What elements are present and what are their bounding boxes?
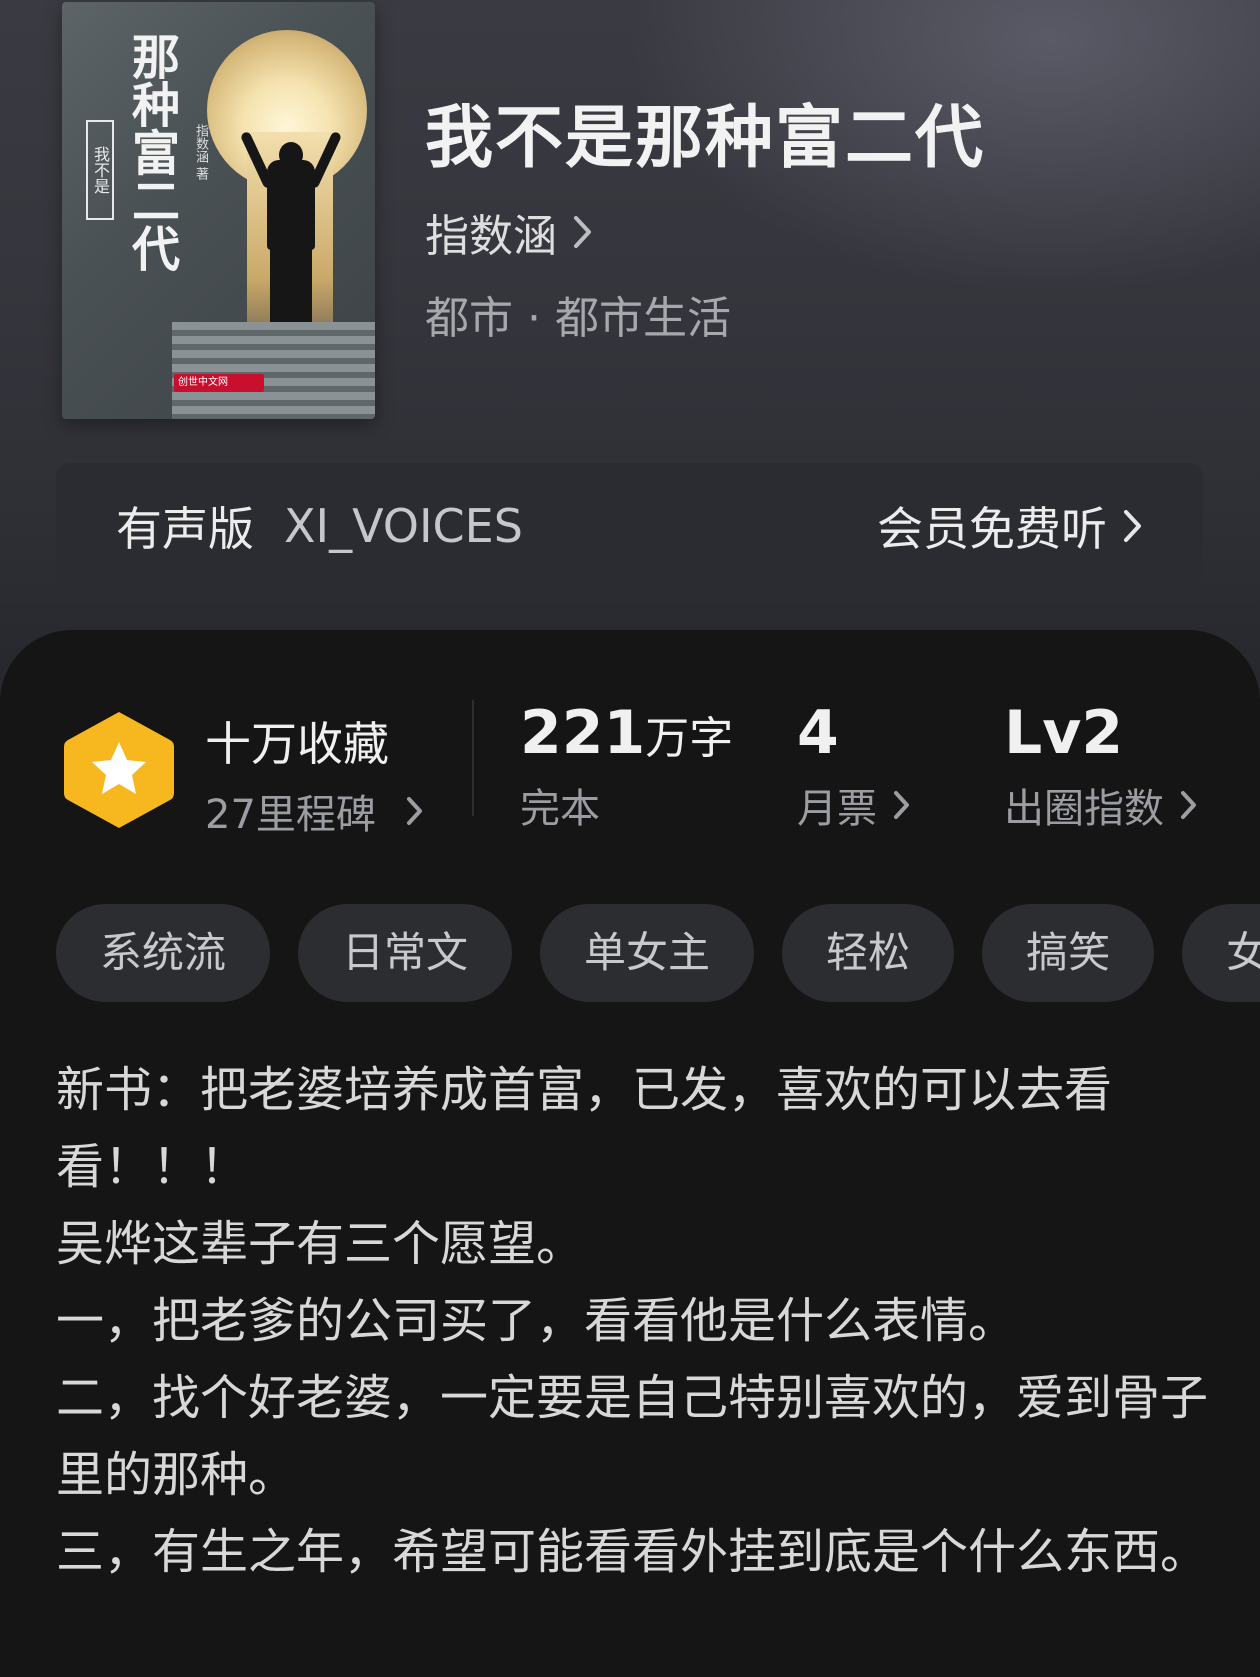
audio-label: 有声版 xyxy=(116,501,254,556)
stat-divider xyxy=(472,700,474,816)
cover-author: 指数涵 著 xyxy=(193,124,208,181)
milestone-label: 27里程碑 xyxy=(205,792,376,838)
chevron-right-icon xyxy=(406,796,424,826)
audio-narrator: XI_VOICES xyxy=(284,498,523,553)
member-free-listen-label: 会员免费听 xyxy=(877,501,1107,556)
description-line: 二，找个好老婆，一定要是自己特别喜欢的，爱到骨子里的那种。 xyxy=(56,1370,1209,1503)
milestone-link[interactable]: 27里程碑 xyxy=(205,782,424,840)
tag-chip[interactable]: 轻松 xyxy=(782,904,955,1002)
chevron-right-icon xyxy=(893,790,911,820)
tag-list: 系统流日常文单女主轻松搞笑女神 xyxy=(56,904,1260,1004)
tag-chip[interactable]: 女神 xyxy=(1182,904,1260,1002)
completion-status: 完本 xyxy=(520,786,600,832)
monthly-ticket-stat[interactable]: 4 月票 xyxy=(797,698,911,834)
tag-chip[interactable]: 搞笑 xyxy=(982,904,1155,1002)
tag-chip[interactable]: 日常文 xyxy=(298,904,513,1002)
chevron-right-icon xyxy=(1123,509,1143,543)
chevron-right-icon xyxy=(573,215,593,249)
cover-figure-body xyxy=(267,160,315,250)
cover-stairs xyxy=(172,322,375,419)
collection-title: 十万收藏 xyxy=(205,717,389,771)
popularity-level: Lv2 xyxy=(1004,698,1124,768)
publisher-logo: 创世中文网 xyxy=(174,374,264,392)
audio-version-bar[interactable]: 有声版 XI_VOICES 会员免费听 xyxy=(56,463,1203,588)
cover-figure-legs xyxy=(270,247,312,322)
monthly-ticket-value: 4 xyxy=(797,698,839,768)
book-cover[interactable]: 那种富二代 我不是 指数涵 著 创世中文网 xyxy=(62,2,375,419)
popularity-index-label: 出圈指数 xyxy=(1004,786,1164,832)
collection-stat[interactable]: 十万收藏 27里程碑 xyxy=(205,708,424,840)
book-category: 都市 · 都市生活 xyxy=(425,293,731,344)
word-count-stat: 221万字 完本 xyxy=(520,698,733,834)
description-line: 新书：把老婆培养成首富，已发，喜欢的可以去看看！！！ xyxy=(56,1062,1113,1195)
book-description[interactable]: 新书：把老婆培养成首富，已发，喜欢的可以去看看！！！ 吴烨这辈子有三个愿望。 一… xyxy=(56,1052,1216,1591)
tag-chip[interactable]: 单女主 xyxy=(540,904,755,1002)
member-free-listen-button[interactable]: 会员免费听 xyxy=(877,493,1143,559)
popularity-index-stat[interactable]: Lv2 出圈指数 xyxy=(1004,698,1198,834)
description-line: 三，有生之年，希望可能看看外挂到底是个什么东西。 xyxy=(56,1524,1209,1580)
cover-title: 那种富二代 xyxy=(123,32,179,272)
description-line: 一，把老爹的公司买了，看看他是什么表情。 xyxy=(56,1293,1017,1349)
star-badge-icon xyxy=(62,708,176,832)
word-count-value: 221 xyxy=(520,698,646,768)
chevron-right-icon xyxy=(1180,790,1198,820)
tag-chip[interactable]: 系统流 xyxy=(56,904,271,1002)
monthly-ticket-label: 月票 xyxy=(797,786,877,832)
cover-subtitle: 我不是 xyxy=(86,120,114,220)
word-count-unit: 万字 xyxy=(645,713,734,764)
book-title: 我不是那种富二代 xyxy=(425,98,986,178)
description-line: 吴烨这辈子有三个愿望。 xyxy=(56,1216,585,1272)
author-link[interactable]: 指数涵 xyxy=(425,200,593,264)
author-name: 指数涵 xyxy=(425,211,557,262)
